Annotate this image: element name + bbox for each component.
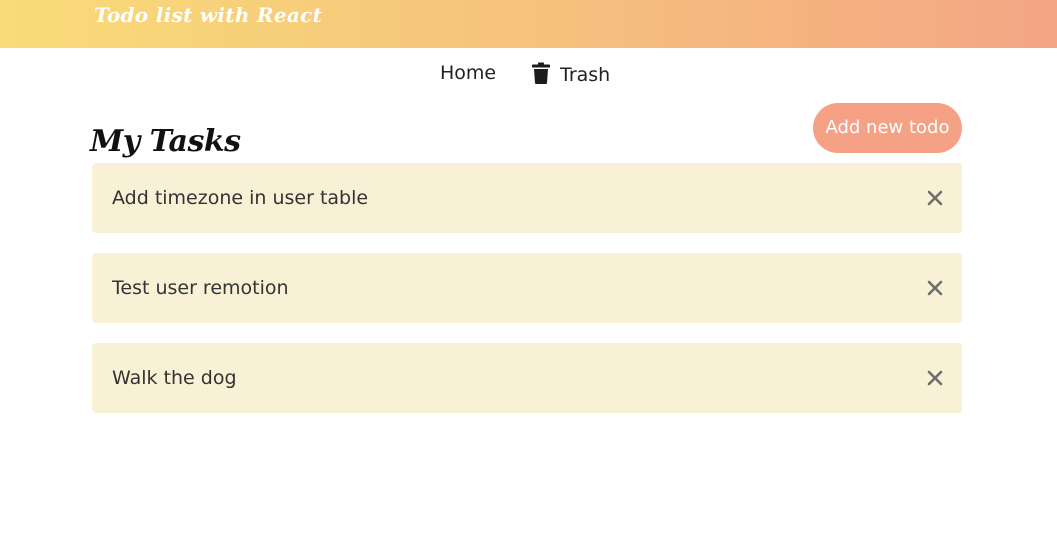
close-icon[interactable] bbox=[924, 367, 946, 389]
close-icon[interactable] bbox=[924, 277, 946, 299]
add-todo-button[interactable]: Add new todo bbox=[813, 103, 962, 153]
todo-item: Add timezone in user table bbox=[92, 163, 962, 233]
todo-text: Walk the dog bbox=[112, 367, 237, 389]
app-header: Todo list with React bbox=[0, 0, 1057, 48]
page-title: My Tasks bbox=[90, 124, 241, 160]
todo-item: Walk the dog bbox=[92, 343, 962, 413]
nav-link-trash[interactable]: Trash bbox=[531, 62, 610, 86]
trash-icon bbox=[532, 62, 550, 84]
todo-text: Add timezone in user table bbox=[112, 187, 369, 209]
close-icon[interactable] bbox=[924, 187, 946, 209]
todo-list: Add timezone in user table Test user rem… bbox=[92, 163, 962, 433]
app-brand: Todo list with React bbox=[94, 3, 323, 27]
nav-link-home[interactable]: Home bbox=[440, 62, 496, 84]
todo-item: Test user remotion bbox=[92, 253, 962, 323]
todo-text: Test user remotion bbox=[112, 277, 289, 299]
main-nav: Home Trash bbox=[0, 60, 1057, 88]
nav-trash-label: Trash bbox=[560, 64, 611, 86]
